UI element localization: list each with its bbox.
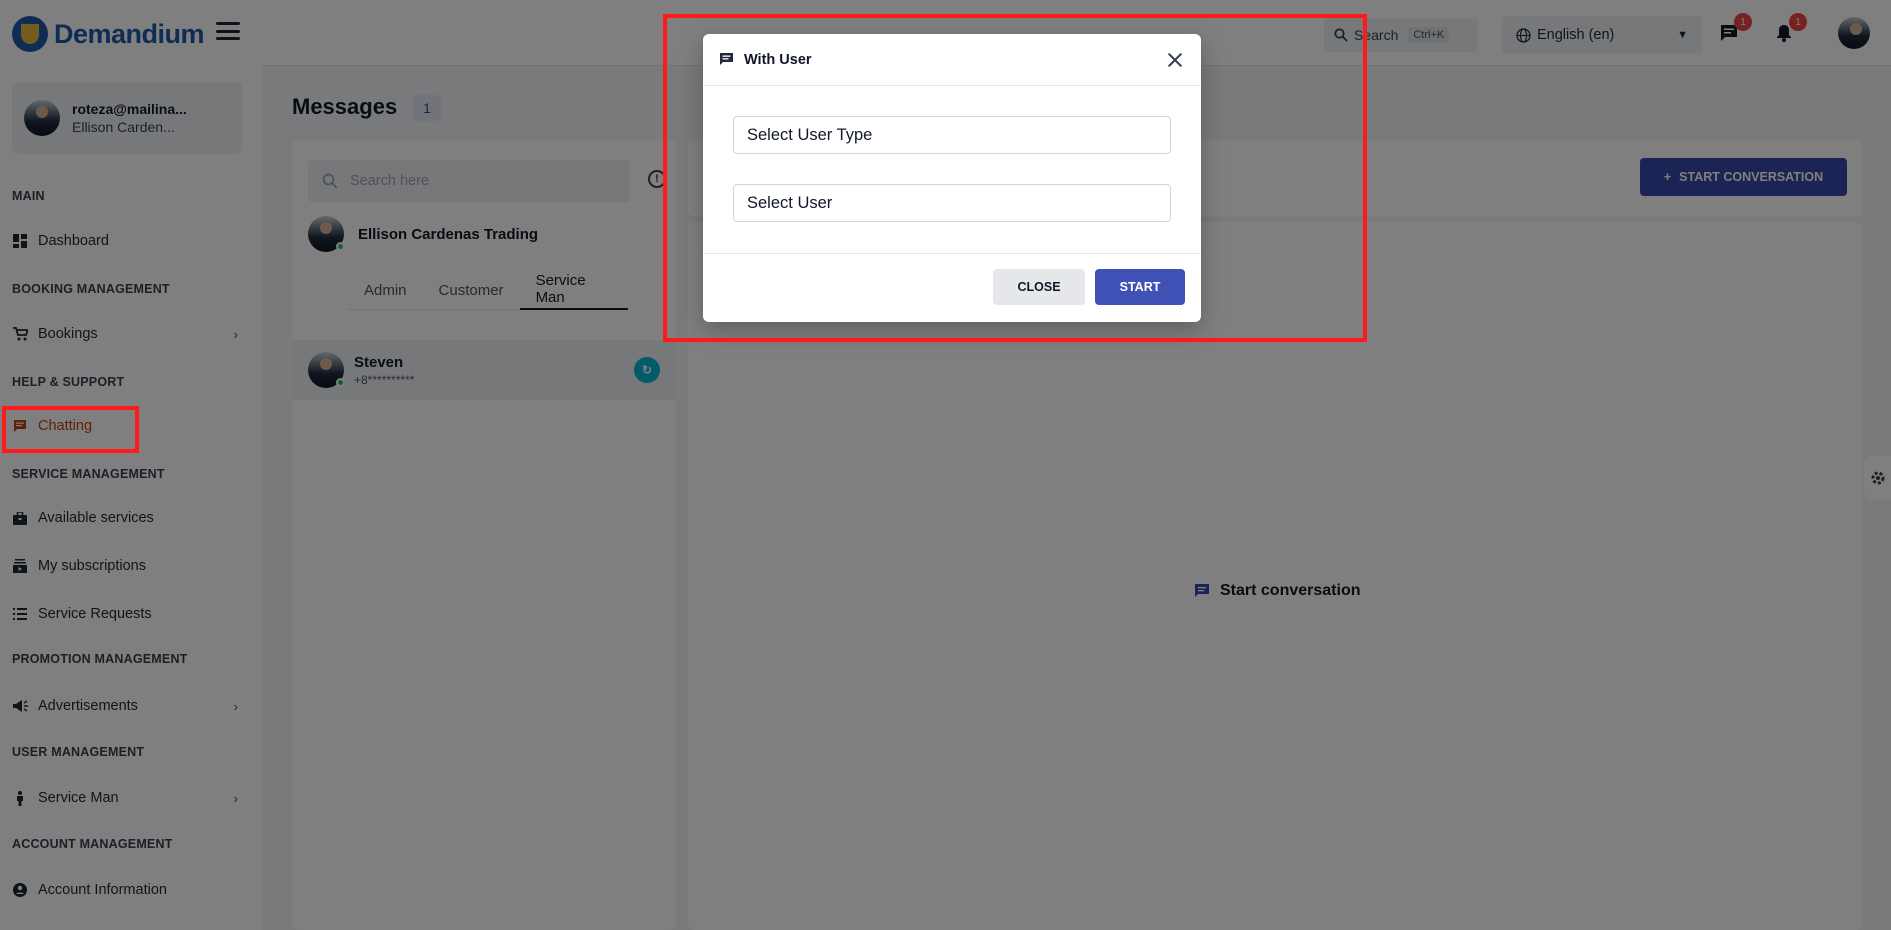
modal-footer: CLOSE START — [703, 254, 1201, 320]
start-button[interactable]: START — [1095, 269, 1185, 305]
user-type-select[interactable]: Select User Type — [733, 116, 1171, 154]
modal-title: With User — [744, 51, 812, 68]
modal-body: Select User Type Select User — [703, 86, 1201, 254]
chat-icon — [720, 53, 733, 65]
with-user-modal: With User Select User Type Select User C… — [703, 34, 1201, 322]
close-button[interactable]: CLOSE — [993, 269, 1085, 305]
close-icon[interactable] — [1165, 50, 1185, 70]
modal-header: With User — [703, 34, 1201, 86]
user-select[interactable]: Select User — [733, 184, 1171, 222]
